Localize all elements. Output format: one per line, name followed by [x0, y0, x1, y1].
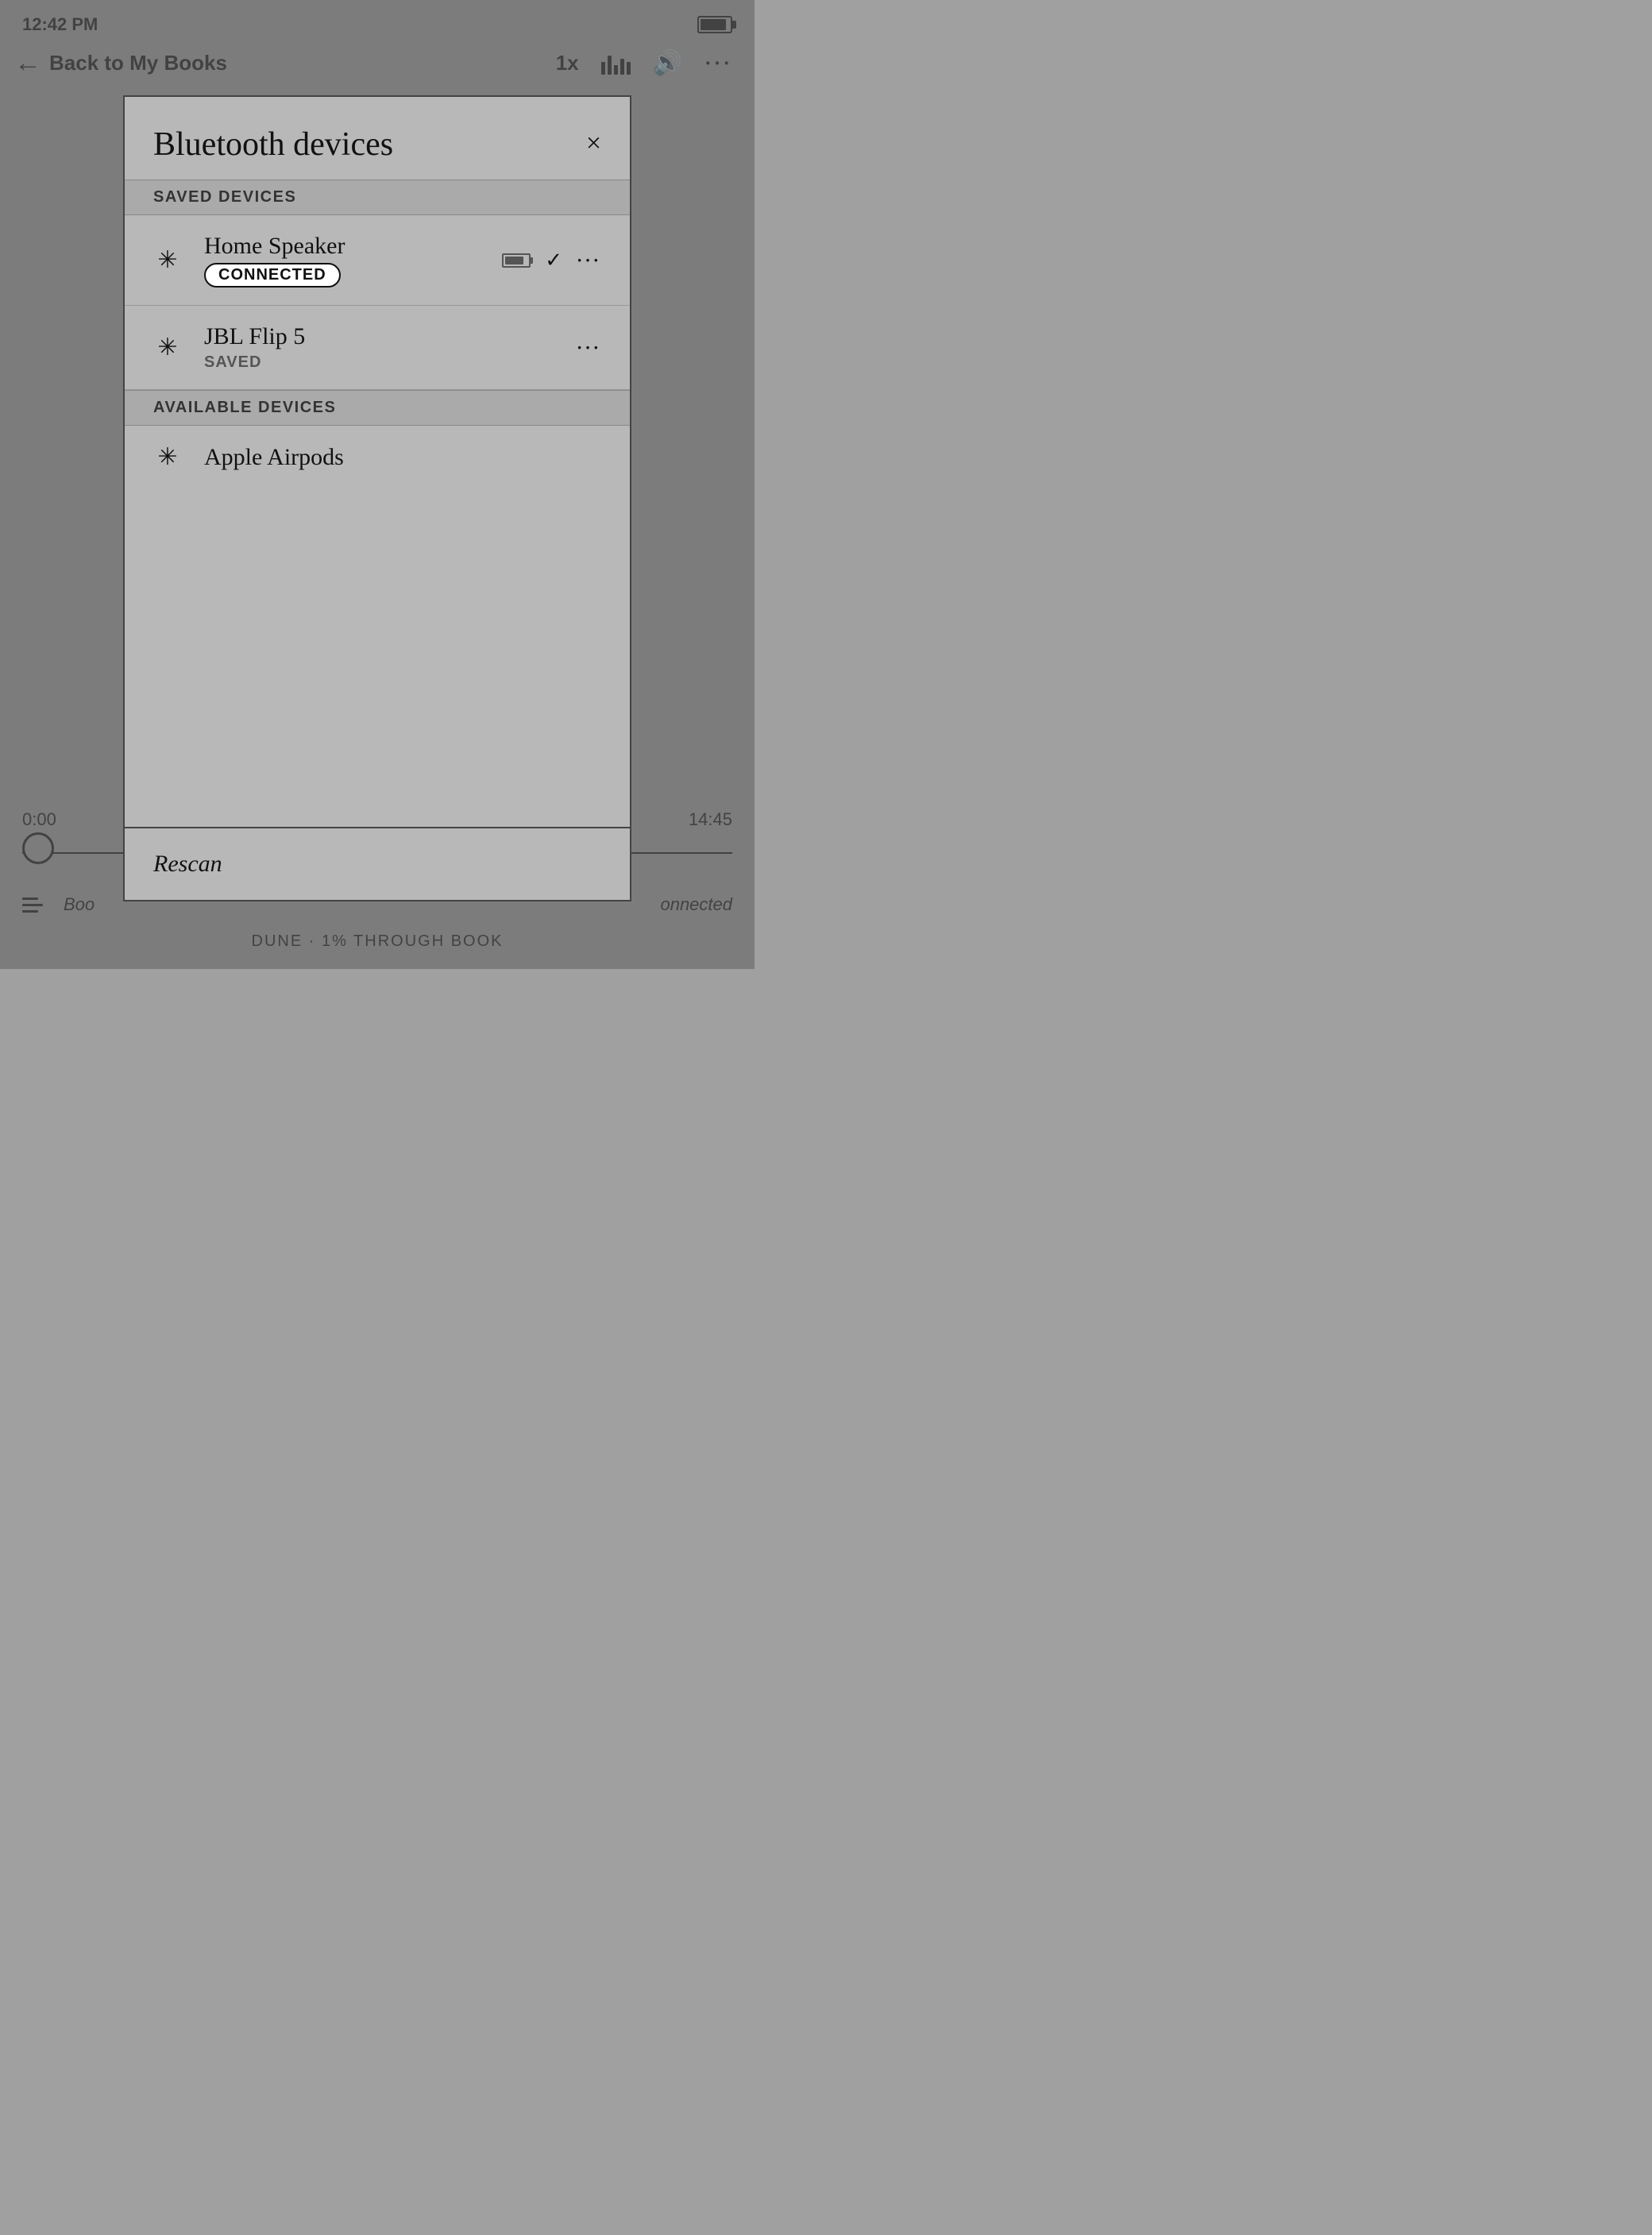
available-devices-header: AVAILABLE DEVICES [125, 390, 630, 426]
saved-devices-header: SAVED DEVICES [125, 179, 630, 215]
home-speaker-battery-icon [502, 253, 531, 268]
bluetooth-icon-jbl: ✳ [153, 334, 182, 361]
available-devices-label: AVAILABLE DEVICES [153, 399, 336, 416]
home-speaker-status: CONNECTED [204, 263, 341, 288]
device-apple-airpods[interactable]: ✳ Apple Airpods [125, 426, 630, 488]
saved-devices-label: SAVED DEVICES [153, 188, 296, 206]
airpods-info: Apple Airpods [204, 444, 601, 471]
home-speaker-info: Home Speaker CONNECTED [204, 233, 502, 288]
device-home-speaker[interactable]: ✳ Home Speaker CONNECTED ✓ ··· [125, 215, 630, 306]
home-speaker-check-icon: ✓ [545, 249, 562, 272]
device-jbl-flip5[interactable]: ✳ JBL Flip 5 SAVED ··· [125, 306, 630, 390]
bluetooth-modal: Bluetooth devices × SAVED DEVICES ✳ Home… [123, 95, 631, 901]
jbl-status: SAVED [204, 353, 577, 372]
bluetooth-icon-home-speaker: ✳ [153, 246, 182, 274]
close-button[interactable]: × [586, 130, 601, 157]
jbl-name: JBL Flip 5 [204, 323, 577, 350]
modal-footer: Rescan [125, 827, 630, 900]
jbl-info: JBL Flip 5 SAVED [204, 323, 577, 372]
modal-title: Bluetooth devices [153, 125, 393, 164]
modal-header: Bluetooth devices × [125, 97, 630, 179]
jbl-actions: ··· [577, 338, 601, 358]
home-speaker-actions: ✓ ··· [502, 249, 601, 272]
jbl-more-button[interactable]: ··· [577, 338, 601, 358]
bluetooth-icon-airpods: ✳ [153, 443, 182, 471]
rescan-button[interactable]: Rescan [153, 851, 222, 877]
airpods-name: Apple Airpods [204, 444, 601, 471]
home-speaker-name: Home Speaker [204, 233, 502, 260]
home-speaker-more-button[interactable]: ··· [577, 250, 601, 271]
modal-content: SAVED DEVICES ✳ Home Speaker CONNECTED ✓… [125, 179, 630, 827]
